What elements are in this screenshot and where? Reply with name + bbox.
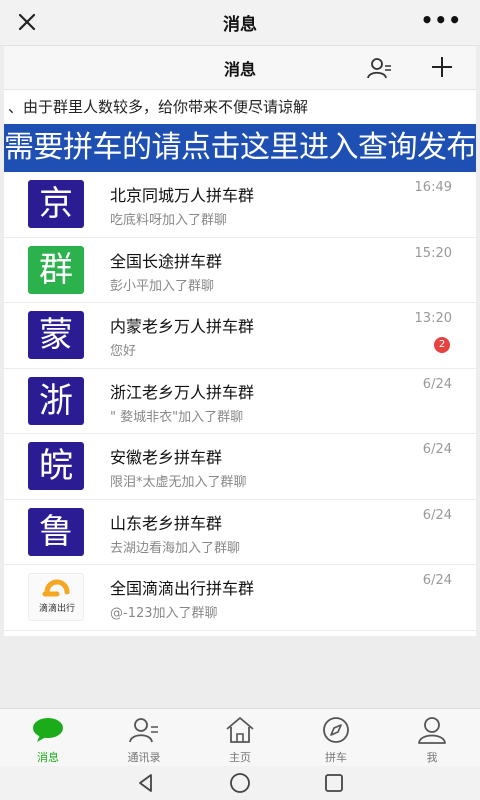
chat-row[interactable]: 蒙 内蒙老乡万人拼车群 您好 13:20 2 bbox=[4, 303, 476, 369]
chat-last-message: 彭小平加入了群聊 bbox=[110, 278, 215, 294]
chat-name: 山东老乡拼车群 bbox=[110, 513, 223, 533]
bottom-tab-bar: 消息 通讯录 主页 拼车 我 bbox=[0, 708, 480, 766]
plus-icon[interactable] bbox=[430, 55, 454, 79]
chat-time: 6/24 bbox=[422, 442, 452, 457]
tab-messages[interactable]: 消息 bbox=[0, 709, 96, 766]
chat-last-message: 您好 bbox=[110, 344, 137, 359]
tab-label: 通讯录 bbox=[127, 751, 161, 764]
didi-label: 滴滴出行 bbox=[38, 604, 75, 614]
more-options-icon[interactable]: ••• bbox=[421, 8, 462, 32]
chat-last-message: 限泪*太虚无加入了群聊 bbox=[110, 475, 247, 490]
chat-time: 6/24 bbox=[422, 376, 452, 392]
system-nav-bar bbox=[0, 766, 480, 800]
group-avatar: 鲁 bbox=[28, 507, 84, 556]
contacts-icon bbox=[129, 718, 158, 743]
chat-name: 浙江老乡万人拼车群 bbox=[110, 382, 255, 402]
group-avatar: 京 bbox=[28, 180, 84, 228]
chat-last-message: @-123加入了群聊 bbox=[110, 606, 218, 621]
group-avatar: 皖 bbox=[28, 442, 84, 490]
notice-text: 、由于群里人数较多，给你带来不便尽请谅解 bbox=[4, 90, 476, 124]
unread-badge: 2 bbox=[434, 337, 450, 353]
content-area: 消息 、由于群里人数较多，给你带来不便尽请谅解 需要拼车的请点击这里进入查询发布… bbox=[4, 46, 476, 636]
chat-bubble-icon bbox=[33, 718, 63, 742]
tab-label: 我 bbox=[426, 751, 438, 764]
group-avatar: 蒙 bbox=[28, 311, 84, 359]
back-icon[interactable] bbox=[135, 772, 157, 794]
tab-home[interactable]: 主页 bbox=[192, 709, 288, 766]
chat-name: 内蒙老乡万人拼车群 bbox=[110, 317, 255, 336]
group-avatar: 群 bbox=[28, 245, 84, 294]
chat-time: 16:49 bbox=[414, 180, 452, 195]
contacts-add-icon[interactable] bbox=[366, 56, 392, 80]
tab-carpool[interactable]: 拼车 bbox=[288, 709, 384, 766]
chat-name: 全国滴滴出行拼车群 bbox=[110, 579, 255, 598]
chat-time: 6/24 bbox=[422, 507, 452, 523]
top-bar: 消息 ••• bbox=[0, 0, 480, 46]
chat-row[interactable]: 鲁 山东老乡拼车群 去湖边看海加入了群聊 6/24 bbox=[4, 500, 476, 565]
chat-time: 13:20 bbox=[414, 311, 452, 326]
chat-row[interactable]: 皖 安徽老乡拼车群 限泪*太虚无加入了群聊 6/24 bbox=[4, 434, 476, 500]
chat-row[interactable]: 滴滴出行 全国滴滴出行拼车群 @-123加入了群聊 6/24 bbox=[4, 565, 476, 631]
chat-list: 京 北京同城万人拼车群 吃底料呀加入了群聊 16:49 群 全国长途拼车群 彭小… bbox=[4, 172, 476, 631]
didi-logo-icon bbox=[42, 579, 70, 597]
person-icon bbox=[418, 717, 446, 744]
tab-label: 主页 bbox=[229, 751, 251, 764]
tab-label: 拼车 bbox=[325, 751, 347, 764]
tab-label: 消息 bbox=[37, 751, 59, 764]
tab-contacts[interactable]: 通讯录 bbox=[96, 709, 192, 766]
chat-row[interactable]: 京 北京同城万人拼车群 吃底料呀加入了群聊 16:49 bbox=[4, 172, 476, 238]
chat-last-message: 吃底料呀加入了群聊 bbox=[110, 213, 228, 228]
tab-me[interactable]: 我 bbox=[384, 709, 480, 766]
sub-header: 消息 bbox=[4, 46, 476, 90]
chat-name: 北京同城万人拼车群 bbox=[110, 186, 255, 205]
compass-icon bbox=[323, 717, 349, 743]
home-icon bbox=[226, 717, 254, 743]
group-avatar: 浙 bbox=[28, 376, 84, 425]
page-title: 消息 bbox=[223, 59, 256, 79]
chat-last-message: " 婺城非衣"加入了群聊 bbox=[110, 409, 244, 425]
window-title: 消息 bbox=[223, 15, 257, 35]
chat-last-message: 去湖边看海加入了群聊 bbox=[110, 540, 241, 556]
home-circle-icon[interactable] bbox=[228, 771, 252, 795]
search-publish-banner[interactable]: 需要拼车的请点击这里进入查询发布 bbox=[4, 124, 476, 172]
chat-name: 安徽老乡拼车群 bbox=[110, 448, 223, 467]
chat-row[interactable]: 群 全国长途拼车群 彭小平加入了群聊 15:20 bbox=[4, 238, 476, 303]
chat-name: 全国长途拼车群 bbox=[110, 251, 223, 271]
chat-time: 6/24 bbox=[422, 573, 452, 588]
chat-row[interactable]: 浙 浙江老乡万人拼车群 " 婺城非衣"加入了群聊 6/24 bbox=[4, 369, 476, 434]
recents-icon[interactable] bbox=[323, 772, 345, 794]
chat-time: 15:20 bbox=[414, 245, 452, 261]
close-icon[interactable] bbox=[14, 9, 40, 35]
didi-avatar: 滴滴出行 bbox=[28, 573, 84, 621]
